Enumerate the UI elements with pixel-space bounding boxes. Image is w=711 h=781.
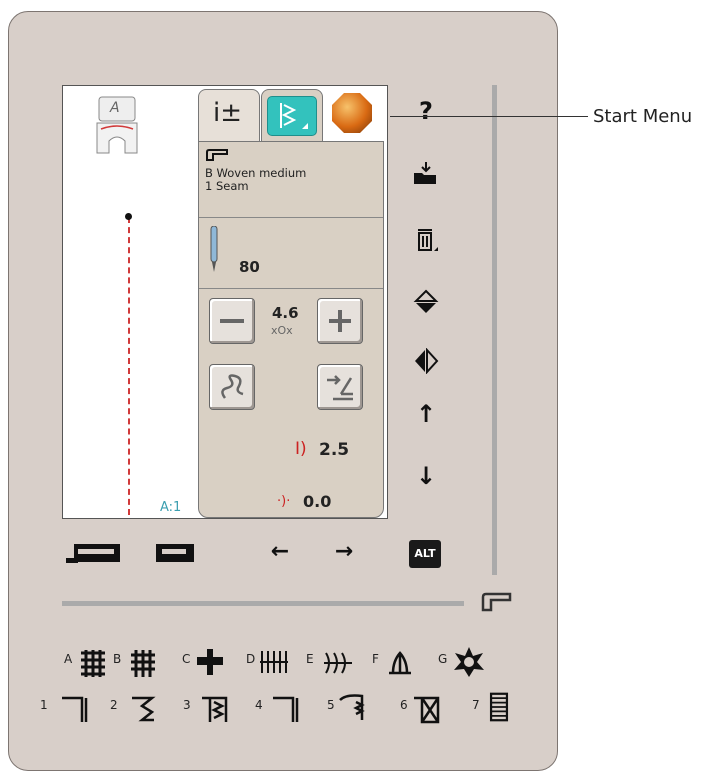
category-6-icon[interactable]	[412, 694, 442, 724]
category-label: 1	[40, 698, 48, 712]
category-label: 7	[472, 698, 480, 712]
stitch-position-icon: ·)·	[277, 494, 291, 509]
down-arrow-button[interactable]: ↓	[412, 462, 440, 490]
presser-foot-down-icon[interactable]	[62, 538, 124, 566]
horizontal-slider-bar[interactable]	[62, 601, 464, 606]
alt-button[interactable]: ALT	[409, 540, 441, 568]
category-label: B	[113, 652, 122, 666]
divider	[199, 217, 383, 218]
fabric-icon	[206, 149, 228, 161]
tie-off-loop-icon	[221, 374, 244, 399]
category-3-icon[interactable]	[200, 694, 230, 724]
tab-stitch-menu[interactable]	[261, 89, 323, 142]
needle-size: 80	[239, 258, 260, 276]
presser-foot-label: A	[110, 100, 120, 116]
category-label: 5	[327, 698, 335, 712]
category-d-icon[interactable]	[258, 647, 288, 677]
category-label: C	[182, 652, 191, 666]
start-menu-button[interactable]	[324, 89, 380, 141]
mirror-vertical-icon[interactable]	[412, 348, 440, 374]
category-label: 3	[183, 698, 191, 712]
seam-line	[128, 217, 130, 515]
category-a-icon[interactable]	[78, 647, 108, 677]
width-decrease-button[interactable]	[209, 298, 255, 344]
minus-icon	[220, 319, 244, 323]
stitch-length-icon: Ι)	[295, 439, 307, 459]
right-arrow-button[interactable]: →	[330, 539, 358, 564]
category-label: 6	[400, 698, 408, 712]
mirror-horizontal-icon[interactable]	[412, 289, 440, 315]
category-2-icon[interactable]	[128, 694, 158, 724]
callout-leader-line	[390, 116, 588, 117]
start-menu-icon	[332, 93, 372, 133]
plus-icon	[329, 310, 351, 332]
category-label: E	[306, 652, 314, 666]
help-button[interactable]: ?	[412, 97, 440, 125]
category-label: A	[64, 652, 73, 666]
stitch-width-value: 4.6	[272, 304, 299, 322]
stitch-menu-button[interactable]	[267, 96, 317, 136]
stitch-position-value: 0.0	[303, 492, 332, 511]
up-arrow-button[interactable]: ↑	[412, 400, 440, 428]
category-e-icon[interactable]	[322, 647, 352, 677]
category-5-icon[interactable]	[338, 692, 368, 722]
category-f-icon[interactable]	[385, 647, 415, 677]
sewing-technique: 1 Seam	[205, 179, 249, 193]
vertical-slider-bar[interactable]	[492, 85, 497, 575]
trash-icon[interactable]	[412, 227, 440, 253]
width-increase-button[interactable]	[317, 298, 363, 344]
program-arrow-icon	[327, 375, 353, 401]
load-icon[interactable]	[412, 162, 440, 186]
tab-sewing-info[interactable]: i±	[198, 89, 260, 142]
category-c-icon[interactable]	[195, 647, 225, 677]
category-7-icon[interactable]	[484, 692, 514, 722]
category-1-icon[interactable]	[60, 694, 90, 724]
left-arrow-button[interactable]: ←	[266, 539, 294, 564]
info-plus-minus-icon: i±	[213, 98, 243, 128]
needle-icon	[210, 226, 218, 272]
stitch-width-icon: xOx	[271, 324, 293, 337]
presser-foot-button[interactable]	[480, 590, 514, 612]
start-menu-callout: Start Menu	[593, 106, 693, 127]
stitch-zigzag-icon	[280, 103, 308, 129]
card-body: B Woven medium 1 Seam 80 4.6 xOx Ι) 2.5 …	[198, 141, 384, 518]
needle-position-dot	[125, 213, 132, 220]
stitch-program-button[interactable]	[317, 364, 363, 410]
category-label: 4	[255, 698, 263, 712]
category-label: 2	[110, 698, 118, 712]
stitch-options-button[interactable]	[209, 364, 255, 410]
divider	[199, 288, 383, 289]
sewing-card: i± B Woven medium 1 Seam 80 4.6 xOx Ι) 2…	[198, 89, 384, 518]
stitch-position-label: A:1	[160, 500, 182, 515]
category-4-icon[interactable]	[271, 694, 301, 724]
category-label: F	[372, 652, 379, 666]
category-label: G	[438, 652, 448, 666]
category-g-icon[interactable]	[452, 645, 486, 679]
fabric-info[interactable]: B Woven medium 1 Seam	[205, 167, 306, 193]
category-label: D	[246, 652, 256, 666]
category-b-icon[interactable]	[128, 647, 158, 677]
stitch-length-value: 2.5	[319, 440, 350, 460]
presser-foot-up-icon[interactable]	[152, 538, 198, 566]
